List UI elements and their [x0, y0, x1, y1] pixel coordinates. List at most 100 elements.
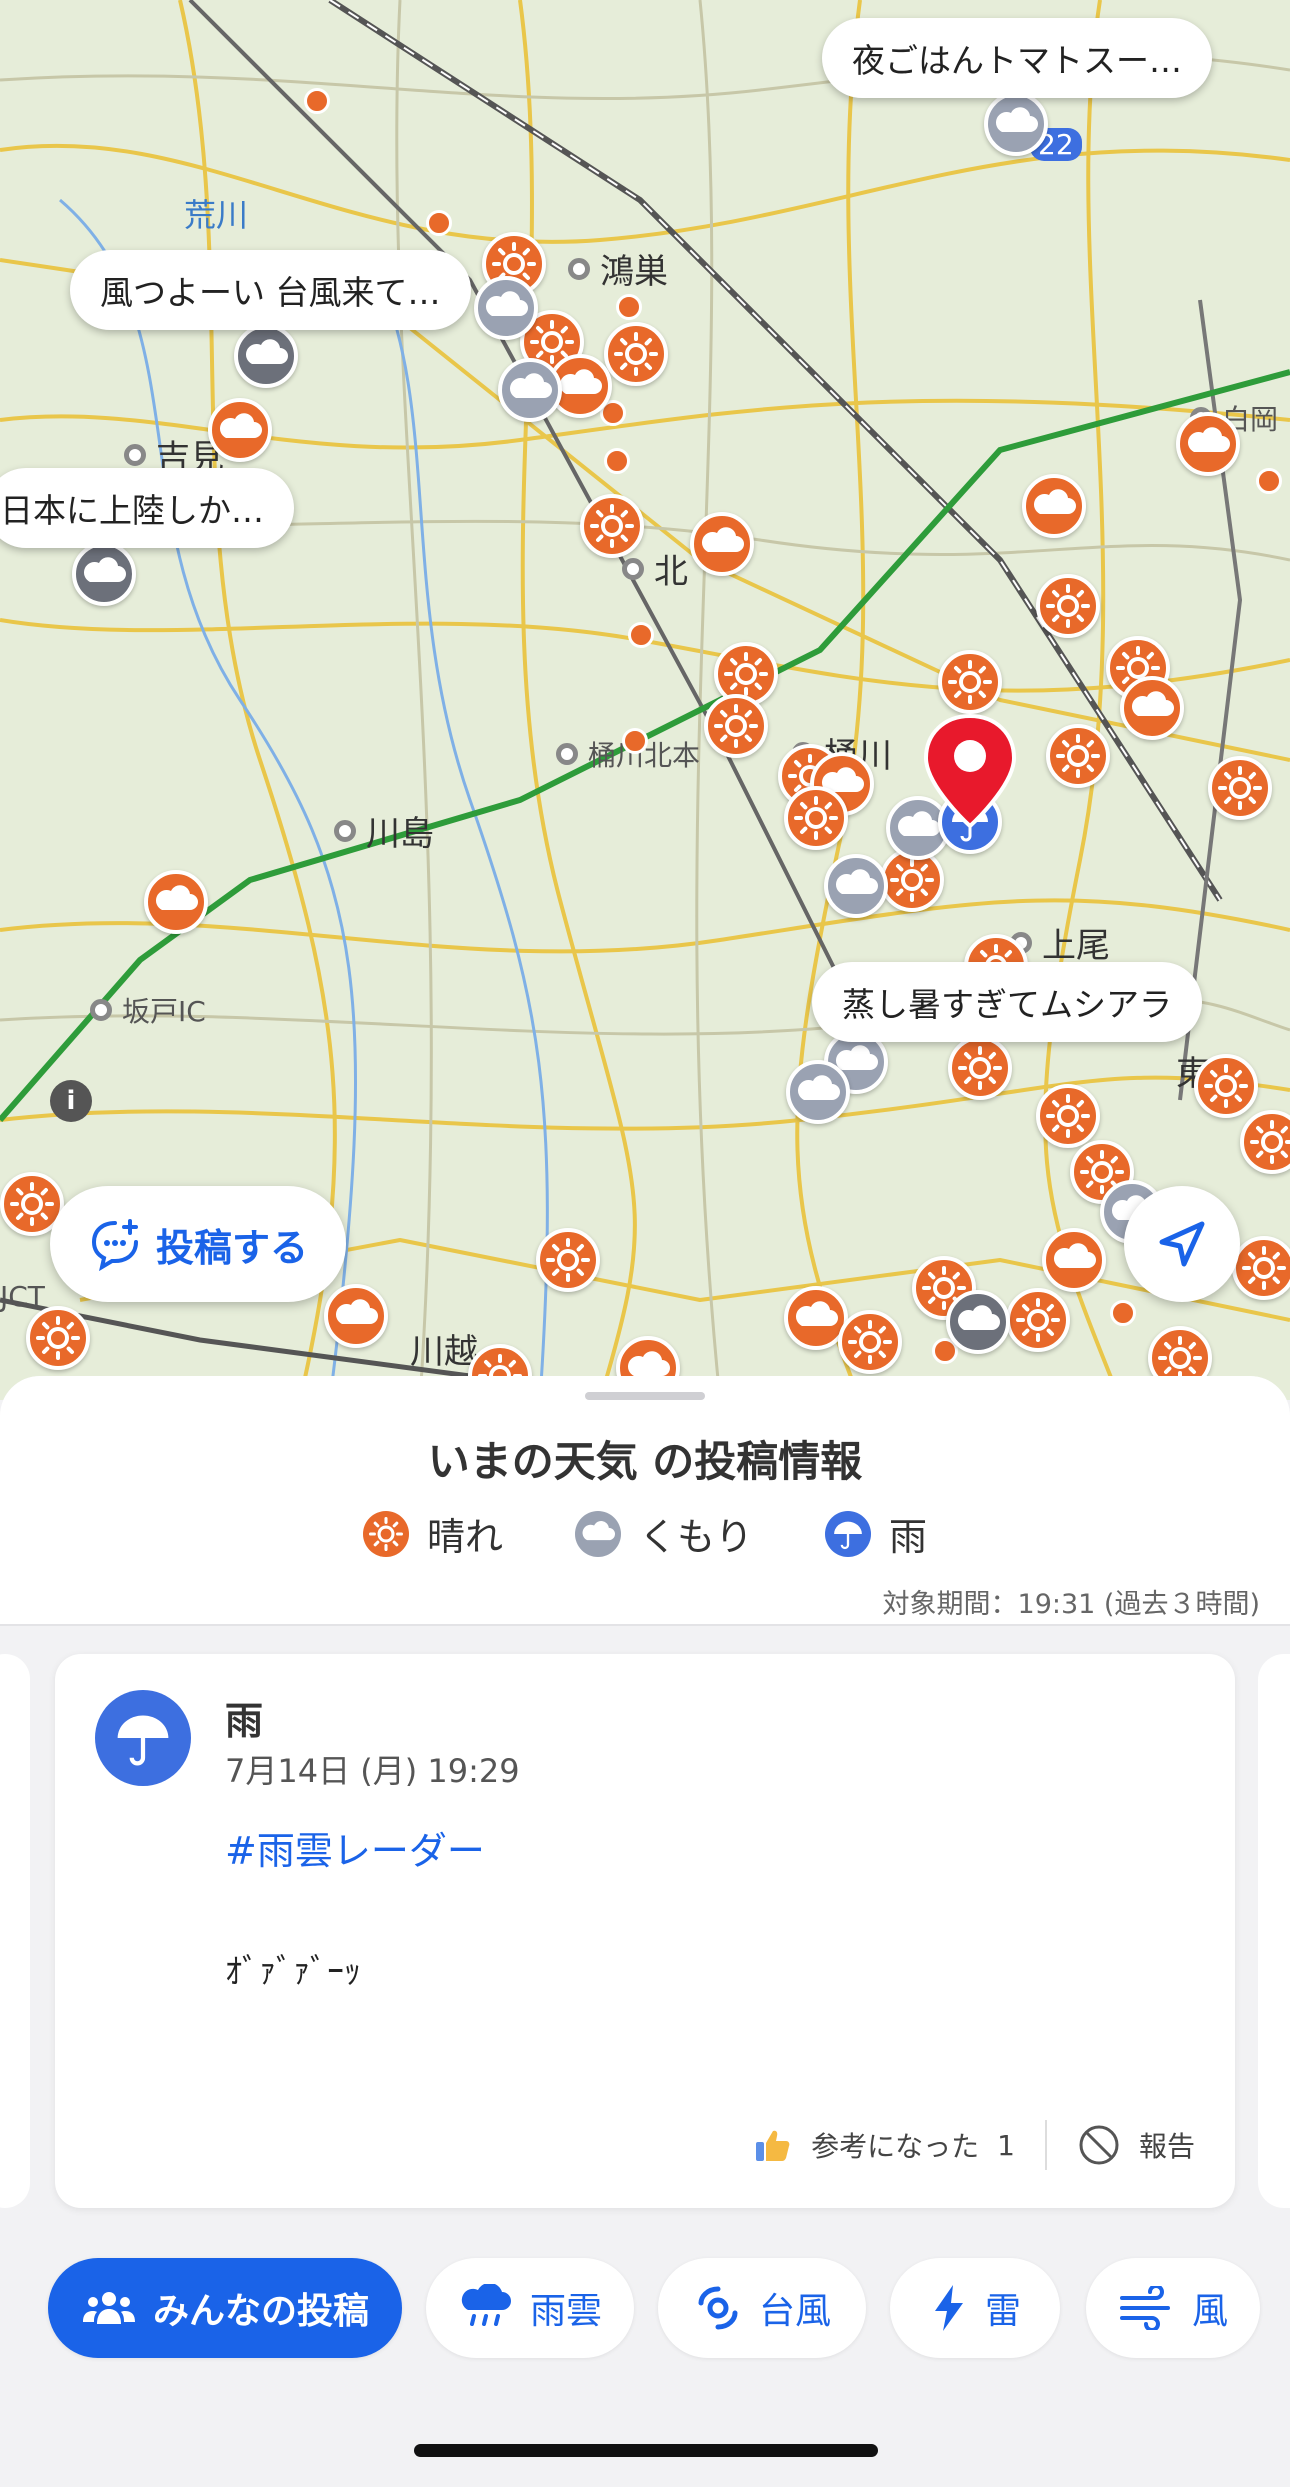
tab-label: 雨雲 — [529, 2291, 602, 2332]
sunny-marker[interactable] — [1176, 412, 1240, 476]
tab-label: みんなの投稿 — [152, 2291, 369, 2332]
post-dot[interactable] — [426, 210, 452, 236]
post-dot[interactable] — [1110, 1300, 1136, 1326]
place-kawajima: 川島 — [334, 806, 434, 855]
wind-icon — [1119, 2286, 1170, 2330]
sunny-marker[interactable] — [1208, 756, 1272, 820]
lightning-icon — [934, 2285, 963, 2331]
current-location-button[interactable] — [1124, 1186, 1240, 1302]
sunny-marker[interactable] — [1046, 724, 1110, 788]
sunny-marker[interactable] — [26, 1306, 90, 1370]
tab-everyone-posts[interactable]: みんなの投稿 — [48, 2258, 402, 2358]
cloudy-marker[interactable] — [984, 92, 1048, 156]
layer-tab-bar: みんなの投稿 雨雲 台風 雷 風 — [0, 2258, 1290, 2368]
report-label[interactable]: 報告 — [1139, 2125, 1195, 2165]
sunny-marker[interactable] — [1194, 1054, 1258, 1118]
post-preview-bubble[interactable]: 夜ごはんトマトスー… — [822, 18, 1212, 98]
umbrella-icon — [825, 1510, 871, 1557]
place-kita: 北 — [622, 544, 688, 593]
thumbs-up-icon[interactable] — [753, 2125, 793, 2165]
sunny-marker[interactable] — [604, 322, 668, 386]
sunny-marker[interactable] — [580, 494, 644, 558]
sunny-marker[interactable] — [1006, 1288, 1070, 1352]
posts-bottom-sheet: いまの天気 の投稿情報 晴れ くもり 雨 対象期間：19:31 (過去３時間) … — [0, 1376, 1290, 2487]
post-dot[interactable] — [604, 448, 630, 474]
overcast-marker[interactable] — [234, 324, 298, 388]
weather-legend: 晴れ くもり 雨 — [0, 1506, 1290, 1561]
post-dot[interactable] — [628, 622, 654, 648]
sunny-marker[interactable] — [838, 1310, 902, 1374]
post-card[interactable]: 雨 7月14日 (月) 19:29 #雨雲レーダー ｵﾞｧﾞｧﾞｰｯ 参考になっ… — [55, 1654, 1235, 2208]
tab-typhoon[interactable]: 台風 — [658, 2258, 866, 2358]
sunny-marker[interactable] — [1036, 574, 1100, 638]
sunny-marker[interactable] — [324, 1284, 388, 1348]
overcast-marker[interactable] — [946, 1290, 1010, 1354]
post-body: ｵﾞｧﾞｧﾞｰｯ — [225, 1952, 361, 1992]
cloudy-marker[interactable] — [824, 854, 888, 918]
home-indicator[interactable] — [414, 2444, 878, 2457]
tab-wind[interactable]: 風 — [1086, 2258, 1260, 2358]
map-view[interactable]: 荒川 鴻巣 吉見 北 桶川北本 桶川 川島 上尾 坂戸IC 川越 白岡 JCT … — [0, 0, 1290, 1408]
sunny-marker[interactable] — [690, 512, 754, 576]
people-icon — [82, 2292, 135, 2324]
tab-label: 雷 — [984, 2291, 1021, 2332]
next-post-card[interactable] — [1258, 1654, 1290, 2208]
prohibited-icon[interactable] — [1077, 2123, 1121, 2167]
sunny-marker[interactable] — [1022, 474, 1086, 538]
sunny-marker[interactable] — [208, 398, 272, 462]
tab-label: 台風 — [758, 2291, 831, 2332]
post-hashtag[interactable]: #雨雲レーダー — [225, 1820, 485, 1875]
cloudy-marker[interactable] — [474, 276, 538, 340]
post-weather: 雨 — [225, 1699, 264, 1743]
period-label: 対象期間：19:31 (過去３時間) — [882, 1589, 1260, 1620]
sunny-marker[interactable] — [1120, 676, 1184, 740]
post-dot[interactable] — [1256, 468, 1282, 494]
umbrella-icon — [95, 1690, 191, 1786]
sunny-marker[interactable] — [948, 1036, 1012, 1100]
map-info-button[interactable]: i — [50, 1080, 92, 1122]
sunny-marker[interactable] — [144, 870, 208, 934]
typhoon-icon — [698, 2286, 738, 2330]
post-preview-bubble[interactable]: 風つよーい 台風来て… — [70, 250, 471, 330]
sunny-marker[interactable] — [1232, 1236, 1290, 1300]
sunny-marker[interactable] — [704, 694, 768, 758]
post-actions: 参考になった 1 報告 — [753, 2120, 1195, 2170]
place-konosu: 鴻巣 — [568, 244, 668, 293]
post-dot[interactable] — [622, 728, 648, 754]
legend-item-sunny: 晴れ — [362, 1506, 503, 1561]
sunny-marker[interactable] — [938, 650, 1002, 714]
tab-label: 風 — [1191, 2291, 1228, 2332]
post-button-label: 投稿する — [155, 1225, 308, 1270]
post-preview-bubble[interactable]: 蒸し暑すぎてムシアラ — [812, 962, 1202, 1042]
sunny-marker[interactable] — [1036, 1084, 1100, 1148]
sunny-marker[interactable] — [784, 786, 848, 850]
overcast-marker[interactable] — [72, 542, 136, 606]
legend-label: 雨 — [889, 1515, 928, 1559]
info-icon: i — [66, 1086, 76, 1116]
selected-location-pin-icon[interactable] — [922, 712, 1018, 830]
tab-lightning[interactable]: 雷 — [890, 2258, 1060, 2358]
sunny-marker[interactable] — [1042, 1228, 1106, 1292]
sheet-header: いまの天気 の投稿情報 晴れ くもり 雨 対象期間：19:31 (過去３時間) — [0, 1376, 1290, 1626]
helpful-label[interactable]: 参考になった — [811, 2125, 979, 2165]
legend-item-rain: 雨 — [825, 1506, 927, 1561]
sheet-drag-handle[interactable] — [585, 1392, 705, 1400]
navigation-arrow-icon — [1159, 1221, 1205, 1267]
helpful-count: 1 — [997, 2128, 1015, 2162]
legend-label: くもり — [638, 1515, 753, 1559]
cloudy-marker[interactable] — [498, 358, 562, 422]
previous-post-card[interactable] — [0, 1654, 30, 2208]
post-button[interactable]: 投稿する — [50, 1186, 346, 1302]
sunny-marker[interactable] — [536, 1228, 600, 1292]
post-dot[interactable] — [304, 88, 330, 114]
cloudy-marker[interactable] — [786, 1060, 850, 1124]
legend-label: 晴れ — [426, 1515, 503, 1559]
tab-rain-cloud[interactable]: 雨雲 — [426, 2258, 634, 2358]
post-dot[interactable] — [616, 294, 642, 320]
river-label: 荒川 — [184, 196, 249, 234]
legend-item-cloudy: くもり — [574, 1506, 753, 1561]
post-preview-bubble[interactable]: 日本に上陸しか… — [0, 468, 294, 548]
place-jct: JCT — [0, 1280, 45, 1313]
sheet-title: いまの天気 の投稿情報 — [427, 1437, 863, 1486]
chat-bubble-icon — [91, 1219, 138, 1271]
